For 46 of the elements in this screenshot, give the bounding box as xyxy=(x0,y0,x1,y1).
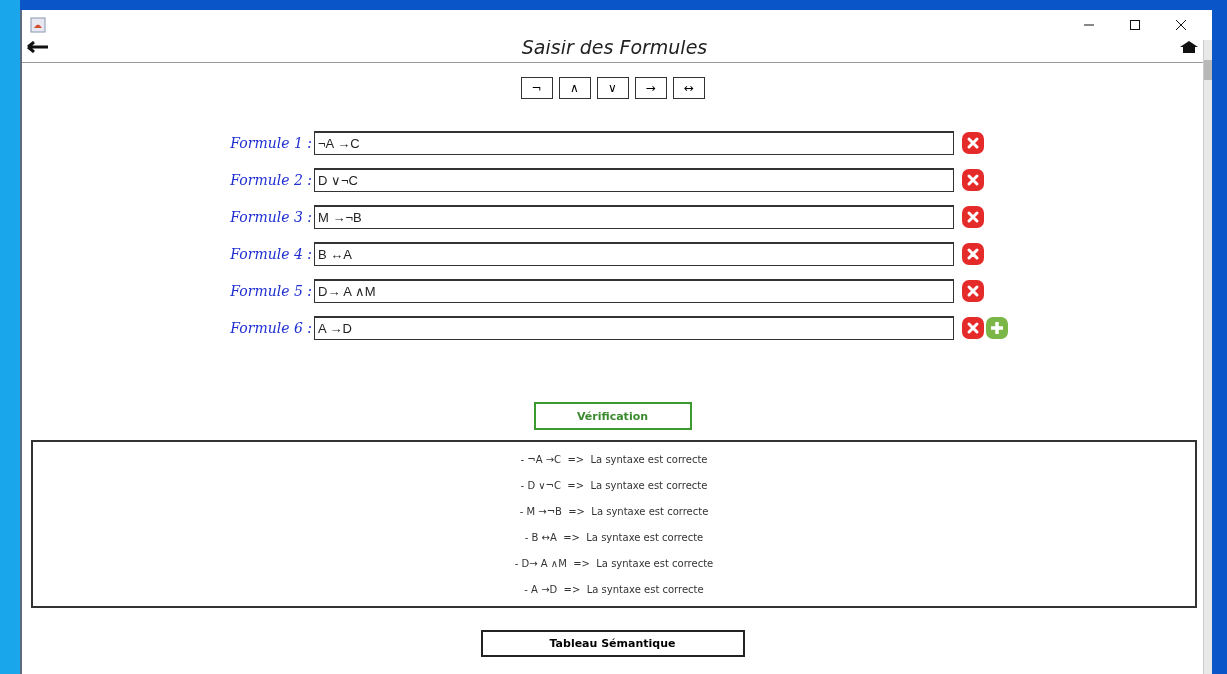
result-line: - B ↔A => La syntaxe est correcte xyxy=(524,531,704,543)
result-line: - D ∨¬C => La syntaxe est correcte xyxy=(520,479,708,491)
add-button[interactable] xyxy=(986,317,1008,339)
delete-button[interactable] xyxy=(962,317,984,339)
operator-button[interactable]: ∧ xyxy=(558,77,591,99)
scrollbar[interactable] xyxy=(1203,40,1212,674)
formula-label: Formule 3 : xyxy=(229,209,313,225)
formula-label: Formule 6 : xyxy=(229,320,313,336)
formula-label: Formule 4 : xyxy=(229,246,313,262)
delete-button[interactable] xyxy=(962,169,984,191)
formula-field[interactable]: D ∨¬C xyxy=(314,168,954,192)
delete-button[interactable] xyxy=(962,280,984,302)
result-line: - A →D => La syntaxe est correcte xyxy=(524,583,704,595)
delete-icon xyxy=(962,317,984,339)
operator-button[interactable]: ∨ xyxy=(596,77,629,99)
formula-field[interactable]: ¬A →C xyxy=(314,131,954,155)
delete-icon xyxy=(962,169,984,191)
operator-button[interactable]: ↔ xyxy=(672,77,705,99)
formula-field[interactable]: M →¬B xyxy=(314,205,954,229)
close-icon[interactable] xyxy=(1175,19,1187,31)
verification-button[interactable]: Vérification xyxy=(533,402,692,430)
result-line: - ¬A →C => La syntaxe est correcte xyxy=(520,453,708,465)
formula-label: Formule 5 : xyxy=(229,283,313,299)
delete-button[interactable] xyxy=(962,132,984,154)
add-icon xyxy=(986,317,1008,339)
result-line: - M →¬B => La syntaxe est correcte xyxy=(519,505,709,517)
back-arrow-icon[interactable] xyxy=(26,41,50,53)
maximize-icon[interactable] xyxy=(1129,19,1141,31)
delete-icon xyxy=(962,243,984,265)
formula-field[interactable]: D→ A ∧M xyxy=(314,279,954,303)
formula-field[interactable]: B ↔A xyxy=(314,242,954,266)
delete-button[interactable] xyxy=(962,243,984,265)
delete-icon xyxy=(962,206,984,228)
app-icon xyxy=(30,17,46,33)
result-line: - D→ A ∧M => La syntaxe est correcte xyxy=(514,557,714,569)
operator-button[interactable]: → xyxy=(634,77,667,99)
home-icon[interactable] xyxy=(1179,41,1199,53)
page-title: Saisir des Formules xyxy=(521,40,708,56)
delete-button[interactable] xyxy=(962,206,984,228)
operator-button[interactable]: ¬ xyxy=(520,77,553,99)
delete-icon xyxy=(962,132,984,154)
delete-icon xyxy=(962,280,984,302)
semantic-tableau-button[interactable]: Tableau Sémantique xyxy=(480,630,745,657)
formula-label: Formule 2 : xyxy=(229,172,313,188)
formula-field[interactable]: A →D xyxy=(314,316,954,340)
formula-label: Formule 1 : xyxy=(229,135,313,151)
